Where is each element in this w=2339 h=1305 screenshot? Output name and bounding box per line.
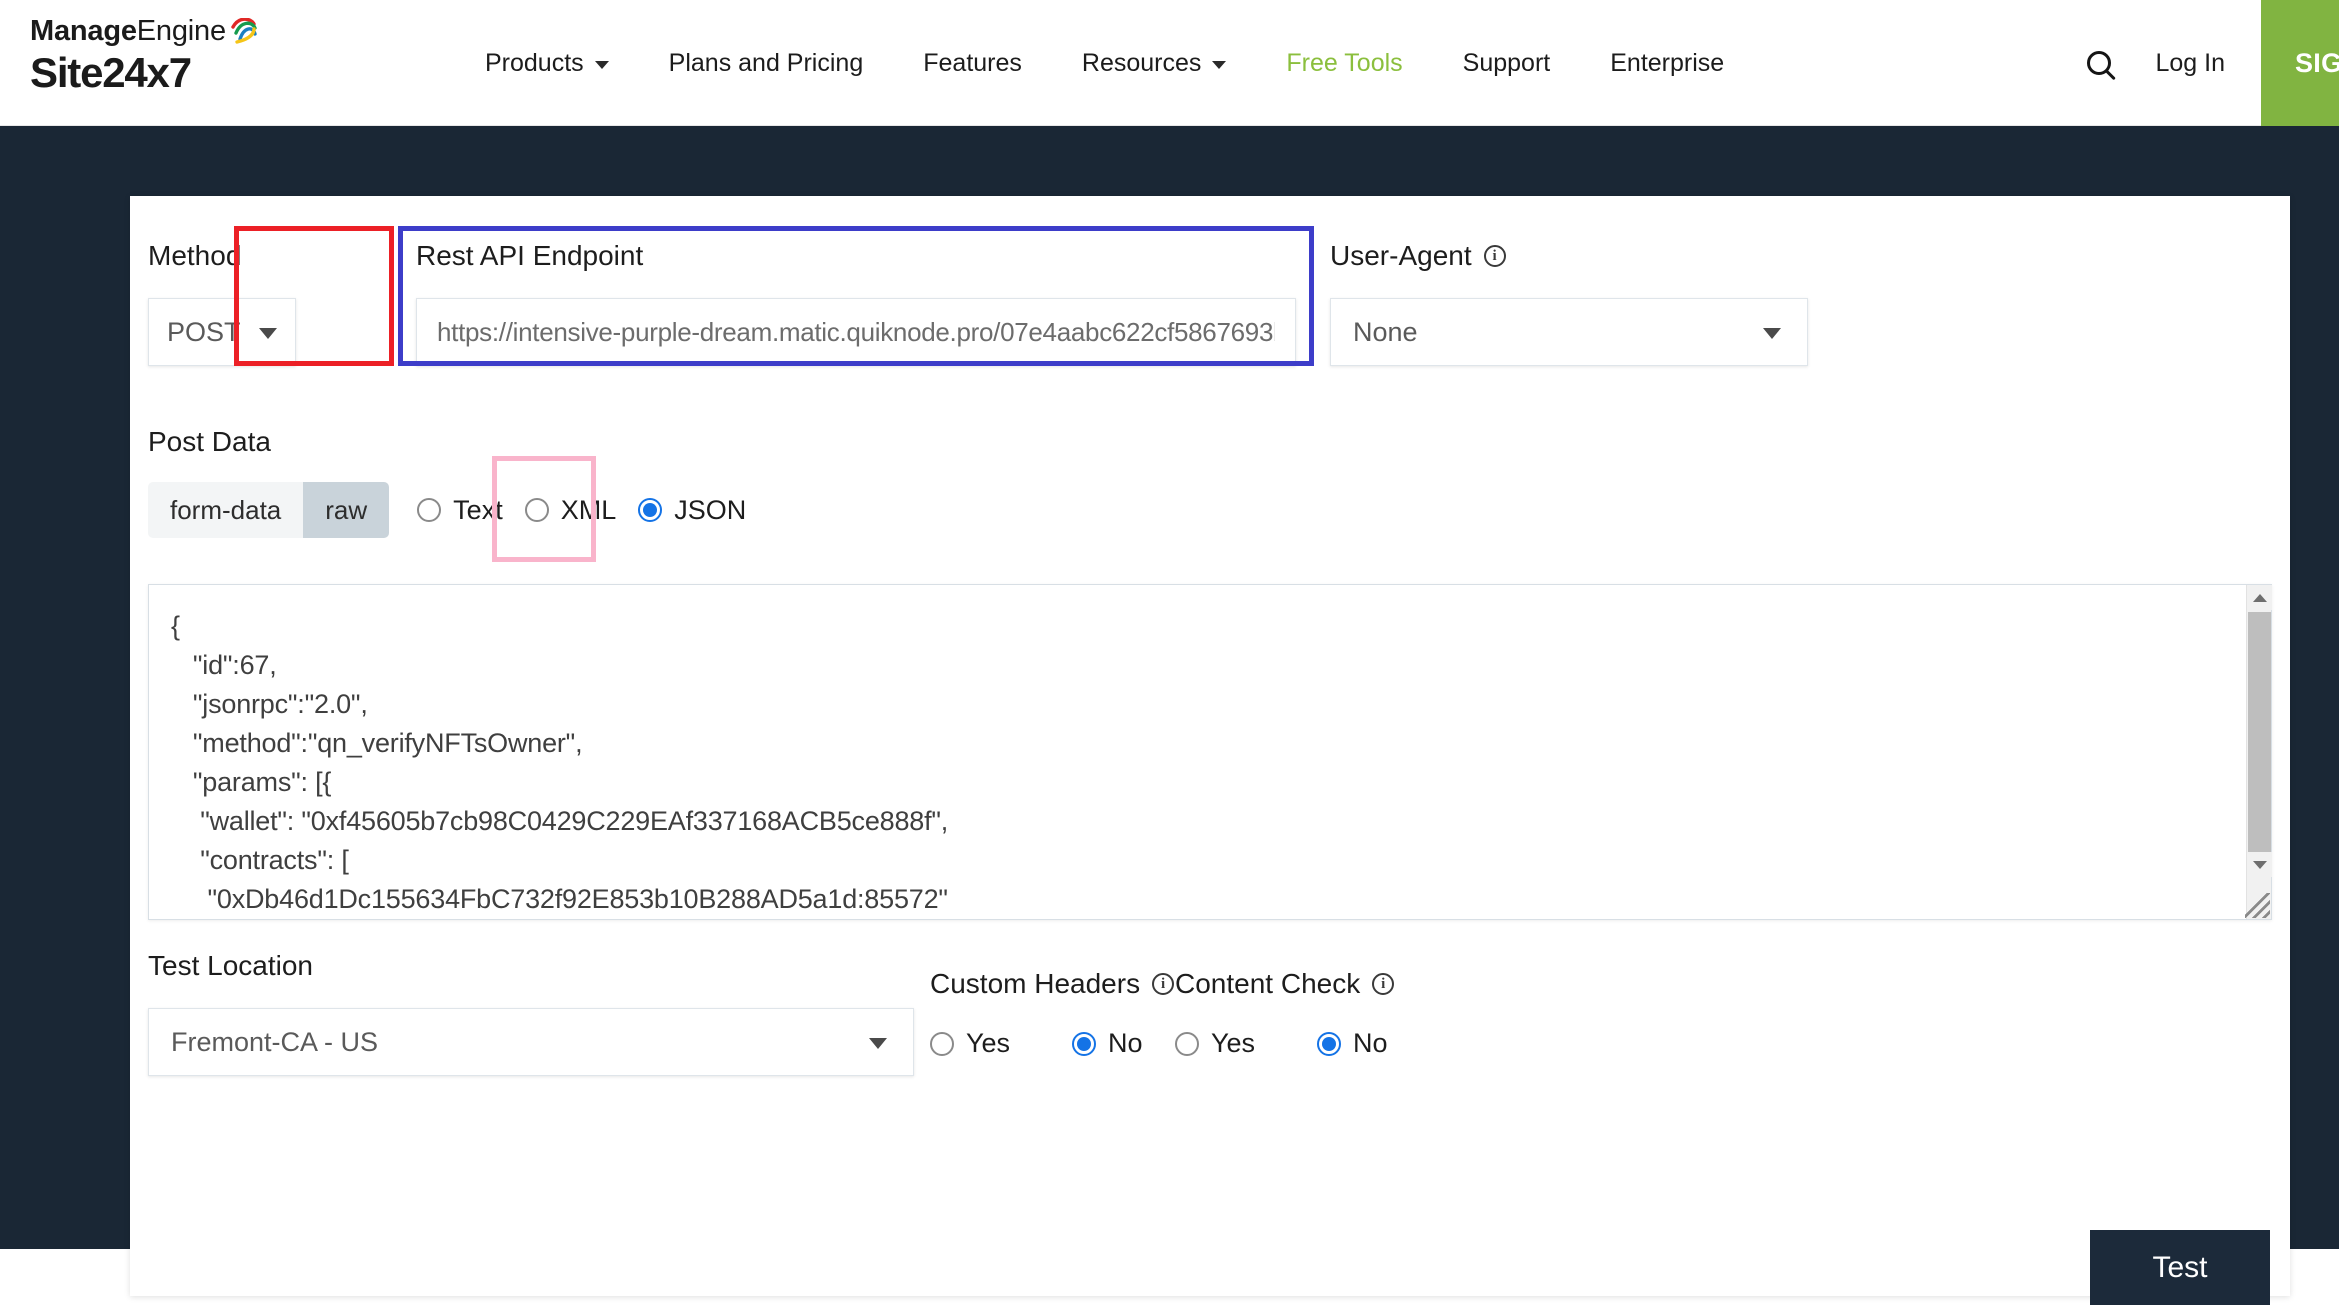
nav-item-resources[interactable]: Resources [1052,49,1257,78]
post-data-mode-toggle: form-data raw [148,482,390,538]
header-actions: Log In SIGN UP [2069,0,2339,126]
manageengine-swoosh-icon [227,17,257,44]
content-check-radio-yes[interactable]: Yes [1175,1028,1255,1059]
custom-headers-label: Custom Headers i [930,968,1175,1000]
format-label-text: Text [453,494,503,525]
chevron-down-icon [594,61,609,69]
post-data-label: Post Data [148,426,271,457]
format-label-xml: XML [560,494,617,525]
nav-label: Support [1462,48,1551,77]
triangle-up-glyph [2252,593,2267,602]
rest-api-tool-card: Method POST Rest API Endpoint User-Agent… [130,196,2290,1305]
custom-headers-radio-no[interactable]: No [1072,1028,1143,1059]
radio-dot-yes [930,1031,954,1056]
nav-item-support[interactable]: Support [1433,49,1581,78]
chevron-down-icon [259,328,277,339]
textarea-scrollbar[interactable] [2246,585,2272,919]
nav-item-products[interactable]: Products [455,49,639,78]
content-check-group: Content Check i Yes No [1175,968,1395,1059]
custom-headers-yes-label: Yes [966,1028,1011,1058]
test-location-value: Fremont-CA - US [171,1026,379,1057]
nav-item-free-tools[interactable]: Free Tools [1256,49,1432,78]
user-agent-select[interactable]: None [1330,298,1808,366]
format-radio-json[interactable]: JSON [638,495,746,526]
post-body-editor: { "id":67, "jsonrpc":"2.0", "method":"qn… [148,584,2272,920]
post-body-textarea[interactable]: { "id":67, "jsonrpc":"2.0", "method":"qn… [149,585,2238,919]
chevron-down-icon [1763,328,1781,339]
radio-dot-yes [1175,1031,1199,1056]
brand-manageengine: ManageEngine [30,14,330,48]
post-data-block: Post Data form-data raw Text XML JSON [148,426,746,562]
radio-dot-xml [524,498,549,522]
endpoint-input[interactable] [416,298,1296,366]
endpoint-label: Rest API Endpoint [416,240,644,271]
test-button[interactable]: Test [2090,1230,2270,1305]
scroll-up-arrow-icon[interactable] [2247,585,2272,610]
custom-headers-no-label: No [1108,1028,1143,1058]
scrollbar-thumb[interactable] [2248,612,2271,852]
custom-headers-radio-yes[interactable]: Yes [930,1028,1010,1059]
site-header: ManageEngine Site24x7 Products Plans and… [0,0,2339,126]
content-check-no-label: No [1353,1028,1388,1058]
chevron-down-icon [869,1038,887,1049]
scroll-down-arrow-icon[interactable] [2247,852,2272,877]
brand-site24x7-text: Site24x7 [30,49,192,96]
info-icon[interactable]: i [1483,245,1506,267]
method-select[interactable]: POST [148,298,296,366]
nav-item-enterprise[interactable]: Enterprise [1580,49,1754,78]
format-label-json: JSON [674,494,747,525]
user-agent-field-group: User-Agent i None [1330,240,1808,366]
custom-headers-label-text: Custom Headers [930,968,1141,999]
format-radio-xml[interactable]: XML [524,494,617,526]
request-config-row: Method POST Rest API Endpoint User-Agent… [130,226,2290,430]
content-check-label-text: Content Check [1175,968,1361,999]
nav-label: Enterprise [1610,48,1725,77]
method-label: Method [148,240,242,271]
nav-item-features[interactable]: Features [893,49,1052,78]
method-field-group: Method POST [148,240,296,366]
radio-dot-no [1317,1031,1342,1056]
content-check-yes-label: Yes [1211,1028,1256,1058]
radio-dot-json [638,498,663,522]
info-icon[interactable]: i [1372,973,1395,995]
content-check-radio-no[interactable]: No [1317,1028,1388,1059]
endpoint-field-group: Rest API Endpoint [416,240,1296,366]
custom-headers-group: Custom Headers i Yes No [930,968,1175,1059]
nav-label: Products [485,48,584,77]
format-radio-text[interactable]: Text [417,495,503,526]
user-agent-label: User-Agent i [1330,240,1808,272]
signup-button[interactable]: SIGN UP [2261,0,2339,126]
main-navigation: Products Plans and Pricing Features Reso… [455,0,1754,126]
magnifier-glyph [2087,51,2112,75]
textarea-resize-handle[interactable] [2245,893,2270,918]
login-link[interactable]: Log In [2155,49,2225,78]
brand-engine-text: Engine [136,15,226,47]
test-location-select[interactable]: Fremont-CA - US [148,1008,914,1076]
nav-label: Free Tools [1286,48,1403,77]
info-icon[interactable]: i [1152,973,1175,995]
nav-item-plans-and-pricing[interactable]: Plans and Pricing [639,49,894,78]
content-check-radios: Yes No [1175,1028,1394,1059]
triangle-down-glyph [2252,860,2267,869]
post-data-controls: form-data raw Text XML JSON [148,456,746,562]
custom-headers-radios: Yes No [930,1028,1174,1059]
radio-dot-no [1072,1031,1097,1056]
mode-tab-raw[interactable]: raw [303,482,390,538]
radio-dot-text [417,498,442,522]
brand-logo[interactable]: ManageEngine Site24x7 [30,14,330,96]
method-value: POST [167,316,241,347]
nav-label: Plans and Pricing [668,48,864,77]
nav-label: Resources [1081,48,1202,77]
chevron-down-icon [1212,61,1227,69]
test-location-label: Test Location [148,950,313,981]
test-location-group: Test Location Fremont-CA - US [148,950,914,1076]
user-agent-label-text: User-Agent [1330,240,1472,271]
nav-label: Features [923,48,1022,77]
search-icon[interactable] [2069,33,2129,93]
user-agent-value: None [1353,316,1418,347]
mode-tab-form-data[interactable]: form-data [148,482,304,538]
content-check-label: Content Check i [1175,968,1395,1000]
brand-manage-text: Manage [30,15,137,47]
